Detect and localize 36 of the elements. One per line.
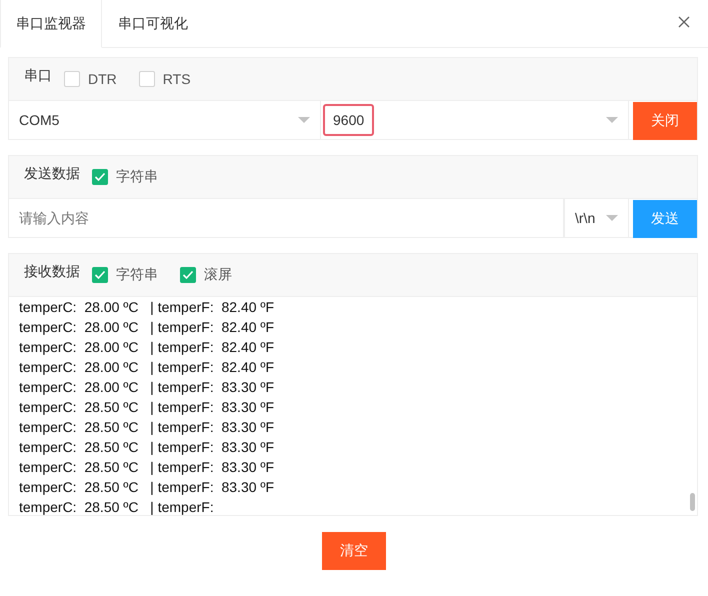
tab[interactable]: 串口可视化 bbox=[102, 0, 204, 48]
check-icon bbox=[182, 270, 194, 280]
baud-value: 9600 bbox=[323, 104, 374, 136]
log-line: temperC: 28.00 ºC | temperF: 83.30 ºF bbox=[19, 378, 276, 397]
check-icon bbox=[94, 172, 106, 182]
log-line: temperC: 28.50 ºC | temperF: 83.30 ºF bbox=[19, 418, 276, 437]
caret-icon bbox=[298, 117, 310, 123]
checkbox-label: 滚屏 bbox=[204, 266, 232, 284]
checkbox[interactable] bbox=[138, 71, 155, 87]
checkbox-label: 字符串 bbox=[116, 266, 158, 284]
caret-icon bbox=[606, 117, 618, 123]
log-line: temperC: 28.50 ºC | temperF: 83.30 ºF bbox=[19, 398, 276, 417]
log-line: temperC: 28.00 ºC | temperF: 82.40 ºF bbox=[19, 298, 276, 317]
close-icon[interactable] bbox=[678, 16, 690, 28]
checkbox[interactable] bbox=[180, 267, 196, 283]
log-line: temperC: 28.50 ºC | temperF: 83.30 ºF bbox=[19, 478, 276, 497]
log-line: temperC: 28.00 ºC | temperF: 82.40 ºF bbox=[19, 318, 276, 337]
checkbox[interactable] bbox=[92, 169, 108, 185]
log-line: temperC: 28.50 ºC | temperF: bbox=[19, 498, 215, 515]
checkbox[interactable] bbox=[64, 71, 80, 87]
log-line: temperC: 28.50 ºC | temperF: 83.30 ºF bbox=[19, 438, 276, 457]
checkbox[interactable] bbox=[92, 267, 108, 283]
caret-icon bbox=[606, 215, 618, 221]
checkbox-label: DTR bbox=[88, 71, 117, 87]
tab[interactable]: 串口监视器 bbox=[0, 0, 102, 48]
checkbox-label: 字符串 bbox=[116, 168, 158, 186]
log-line: temperC: 28.00 ºC | temperF: 82.40 ºF bbox=[19, 338, 276, 357]
section-label: 串口 bbox=[24, 67, 52, 85]
log-line: temperC: 28.00 ºC | temperF: 82.40 ºF bbox=[19, 358, 276, 377]
scrollbar-thumb[interactable] bbox=[690, 493, 695, 511]
section-label: 发送数据 bbox=[24, 165, 80, 183]
section-label: 接收数据 bbox=[24, 263, 80, 281]
baud-select[interactable]: 9600 bbox=[321, 101, 629, 139]
check-icon bbox=[94, 270, 106, 280]
log-line: temperC: 28.50 ºC | temperF: 83.30 ºF bbox=[19, 458, 276, 477]
checkbox-label: RTS bbox=[162, 71, 191, 87]
